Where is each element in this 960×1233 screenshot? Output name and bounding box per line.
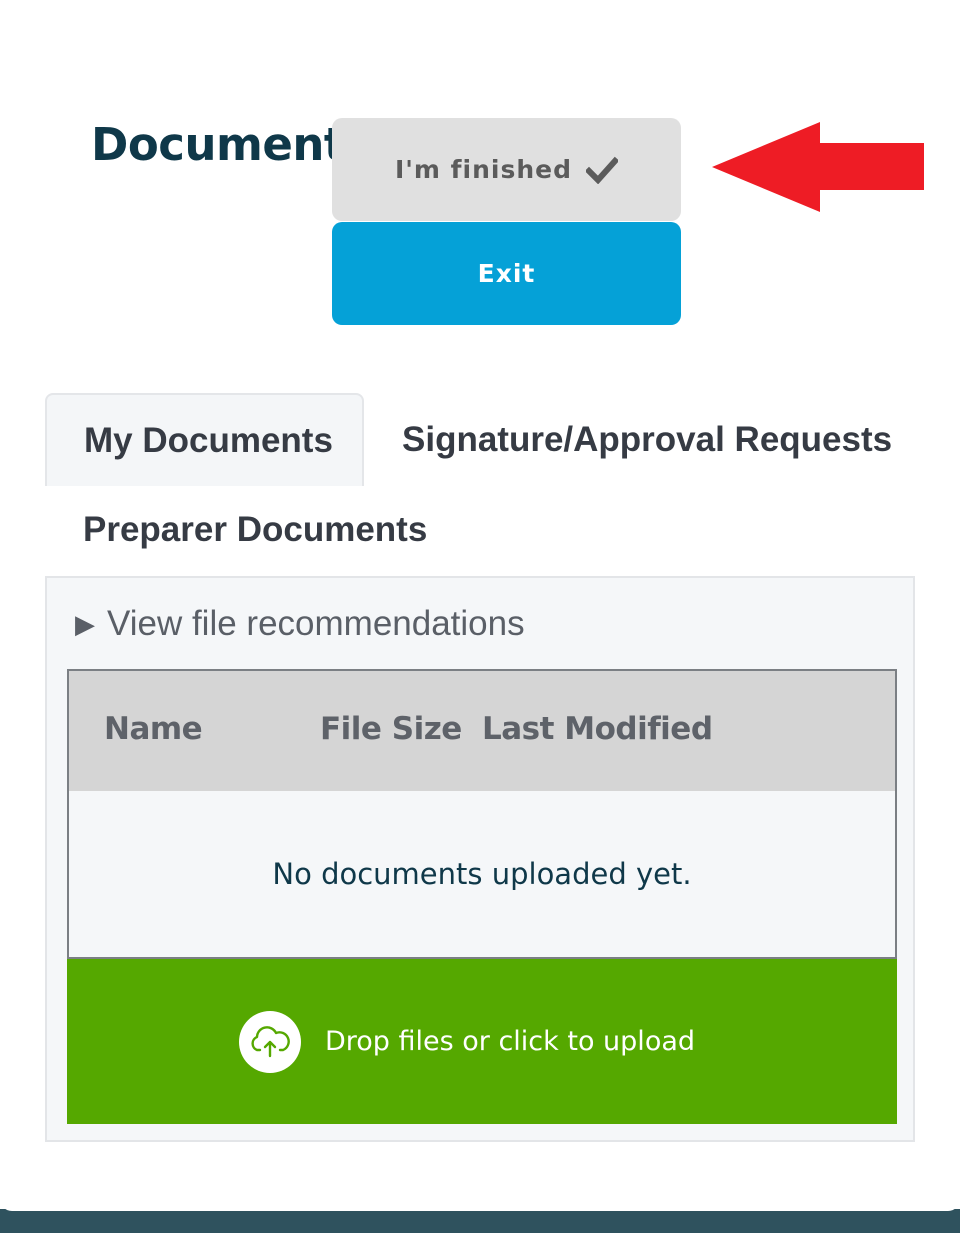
documents-panel: ▶ View file recommendations Name File Si… — [45, 576, 915, 1142]
tab-my-documents[interactable]: My Documents — [45, 393, 364, 486]
upload-label: Drop files or click to upload — [324, 1026, 696, 1057]
view-file-recommendations-toggle[interactable]: ▶ View file recommendations — [75, 598, 525, 650]
tab-signature-approval-requests-label: Signature/Approval Requests — [402, 419, 893, 459]
exit-button[interactable]: Exit — [332, 222, 681, 325]
triangle-right-icon: ▶ — [75, 608, 95, 639]
exit-label: Exit — [477, 259, 536, 288]
checkmark-icon — [586, 156, 619, 184]
tab-my-documents-label: My Documents — [84, 420, 333, 460]
page-title: Documents — [91, 118, 372, 171]
documents-table-body: No documents uploaded yet. — [67, 791, 897, 959]
upload-dropzone[interactable]: Drop files or click to upload — [67, 959, 897, 1124]
im-finished-button[interactable]: I'm finished — [332, 118, 681, 221]
column-header-last-modified[interactable]: Last Modified — [482, 711, 713, 747]
red-arrow-left-icon — [712, 122, 924, 212]
cloud-upload-icon — [238, 1010, 301, 1073]
column-header-file-size[interactable]: File Size — [320, 711, 462, 747]
view-file-recommendations-label: View file recommendations — [107, 604, 525, 643]
tab-signature-approval-requests[interactable]: Signature/Approval Requests — [402, 393, 892, 486]
im-finished-label: I'm finished — [394, 155, 573, 184]
column-header-name[interactable]: Name — [104, 711, 203, 747]
empty-state-message: No documents uploaded yet. — [272, 857, 692, 891]
bottom-bar — [0, 1197, 960, 1233]
documents-table-header: Name File Size Last Modified — [67, 669, 897, 793]
tab-preparer-documents[interactable]: Preparer Documents — [83, 490, 427, 570]
tab-preparer-documents-label: Preparer Documents — [83, 510, 428, 549]
